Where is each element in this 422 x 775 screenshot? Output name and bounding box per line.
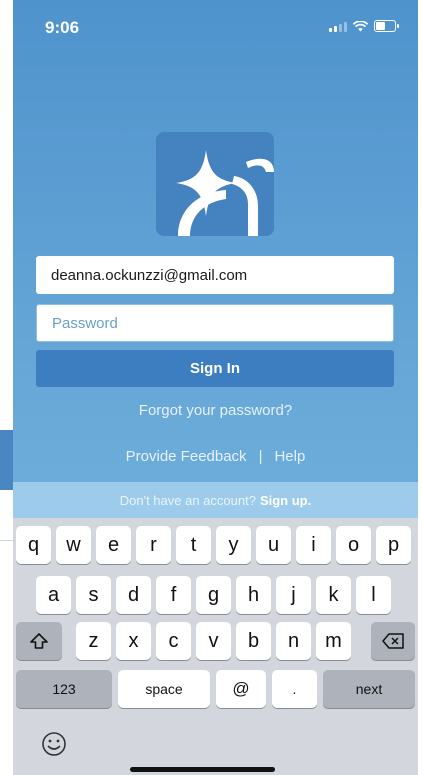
key-z[interactable]: z xyxy=(76,622,111,660)
key-y[interactable]: y xyxy=(216,526,251,564)
signup-link[interactable]: Sign up. xyxy=(260,493,311,508)
status-time: 9:06 xyxy=(45,18,80,37)
key-x[interactable]: x xyxy=(116,622,151,660)
key-a[interactable]: a xyxy=(36,576,71,614)
backspace-icon xyxy=(382,633,404,649)
key-i[interactable]: i xyxy=(296,526,331,564)
status-icons xyxy=(329,20,399,32)
signup-bar: Don't have an account? Sign up. xyxy=(13,482,418,518)
footer-links: Provide Feedback | Help xyxy=(13,448,418,465)
keyboard-row-1: qwertyuiop xyxy=(13,526,418,568)
key-l[interactable]: l xyxy=(356,576,391,614)
key-w[interactable]: w xyxy=(56,526,91,564)
email-field[interactable] xyxy=(36,256,394,294)
key-t[interactable]: t xyxy=(176,526,211,564)
forgot-password-link[interactable]: Forgot your password? xyxy=(13,402,418,419)
key-f[interactable]: f xyxy=(156,576,191,614)
next-key[interactable]: next xyxy=(323,670,415,708)
at-key[interactable]: @ xyxy=(216,670,266,708)
key-m[interactable]: m xyxy=(316,622,351,660)
key-n[interactable]: n xyxy=(276,622,311,660)
shift-icon xyxy=(30,633,48,649)
keyboard-row-2: asdfghjkl xyxy=(13,576,418,618)
keyboard-row-4: 123 space @ . next xyxy=(13,670,418,712)
key-j[interactable]: j xyxy=(276,576,311,614)
key-h[interactable]: h xyxy=(236,576,271,614)
password-field[interactable] xyxy=(36,304,394,342)
key-s[interactable]: s xyxy=(76,576,111,614)
key-d[interactable]: d xyxy=(116,576,151,614)
key-p[interactable]: p xyxy=(376,526,411,564)
status-bar: 9:06 xyxy=(13,0,418,50)
key-o[interactable]: o xyxy=(336,526,371,564)
emoji-icon xyxy=(42,732,66,756)
backspace-key[interactable] xyxy=(371,622,415,660)
signal-icon xyxy=(329,22,347,32)
provide-feedback-link[interactable]: Provide Feedback xyxy=(126,448,247,465)
login-screen: 9:06 Sign In Forgot your password? Provi… xyxy=(13,0,418,775)
signup-prompt: Don't have an account? xyxy=(119,492,256,508)
key-c[interactable]: c xyxy=(156,622,191,660)
space-key[interactable]: space xyxy=(118,670,210,708)
sign-in-button[interactable]: Sign In xyxy=(36,350,394,387)
background-divider xyxy=(0,540,14,541)
help-link[interactable]: Help xyxy=(274,448,305,465)
period-key[interactable]: . xyxy=(272,670,317,708)
numbers-key[interactable]: 123 xyxy=(16,670,112,708)
key-r[interactable]: r xyxy=(136,526,171,564)
app-logo xyxy=(156,132,274,236)
shift-key[interactable] xyxy=(16,622,62,660)
key-u[interactable]: u xyxy=(256,526,291,564)
wifi-icon xyxy=(353,21,368,32)
key-e[interactable]: e xyxy=(96,526,131,564)
keyboard: qwertyuiop asdfghjkl zxcvbnm 123 space @… xyxy=(13,518,418,775)
battery-icon xyxy=(374,20,399,32)
key-g[interactable]: g xyxy=(196,576,231,614)
home-indicator xyxy=(130,767,275,772)
key-v[interactable]: v xyxy=(196,622,231,660)
sparkle-logo-icon xyxy=(176,150,274,236)
key-q[interactable]: q xyxy=(16,526,51,564)
emoji-button[interactable] xyxy=(40,730,68,758)
keyboard-row-3: zxcvbnm xyxy=(13,622,418,664)
background-page-edge xyxy=(0,430,14,490)
key-k[interactable]: k xyxy=(316,576,351,614)
link-separator: | xyxy=(258,448,263,465)
key-b[interactable]: b xyxy=(236,622,271,660)
